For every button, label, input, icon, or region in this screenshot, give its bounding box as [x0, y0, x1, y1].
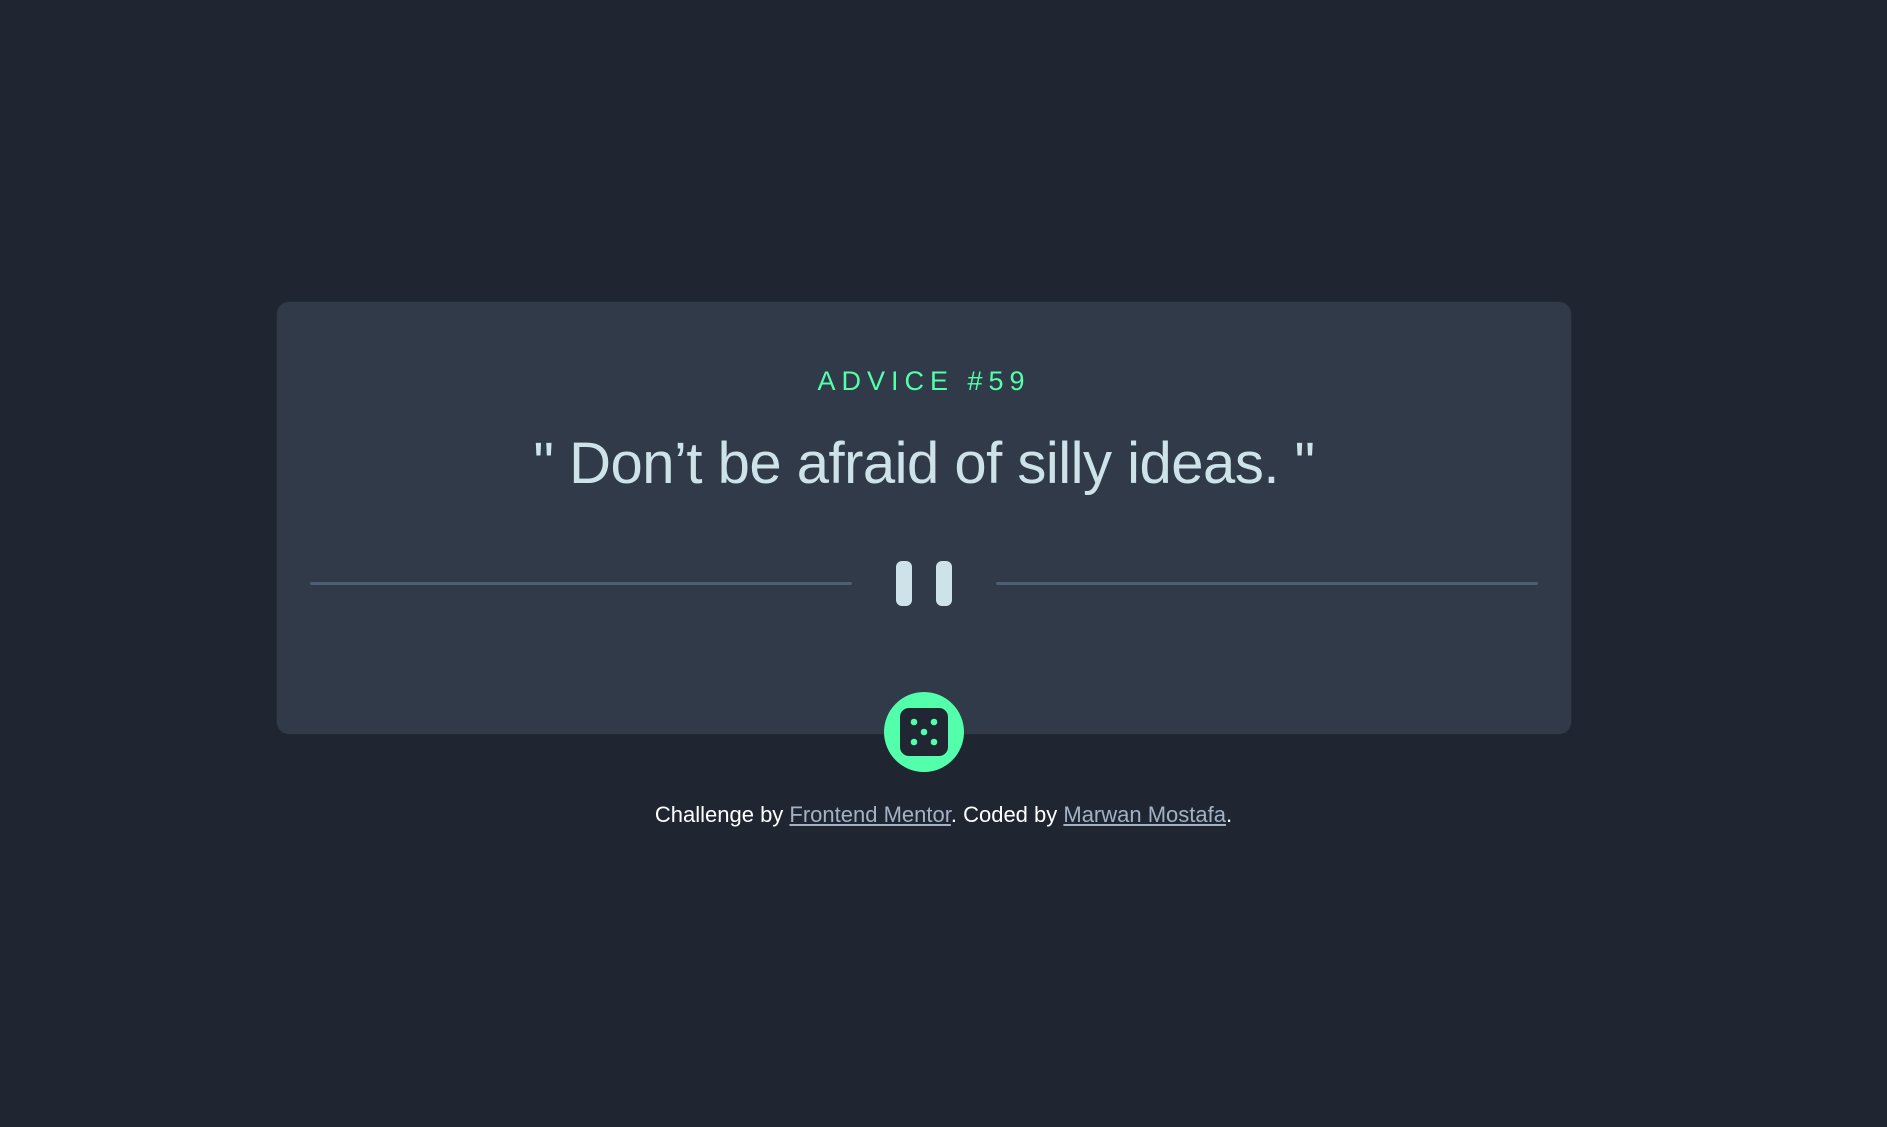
generate-advice-button[interactable] — [884, 692, 964, 772]
pause-icon — [896, 561, 952, 606]
pause-bar-left — [896, 561, 912, 606]
attribution: Challenge by Frontend Mentor. Coded by M… — [0, 802, 1887, 828]
divider-line-left — [310, 582, 852, 585]
attribution-middle: . Coded by — [950, 802, 1064, 827]
divider-line-right — [996, 582, 1538, 585]
advice-id-label: ADVICE #59 — [817, 366, 1031, 396]
pause-bar-right — [936, 561, 952, 606]
author-link[interactable]: Marwan Mostafa — [1063, 802, 1226, 827]
dice-icon — [900, 708, 948, 756]
advice-card: ADVICE #59 " Don’t be afraid of silly id… — [277, 302, 1571, 734]
frontend-mentor-link[interactable]: Frontend Mentor — [789, 802, 950, 827]
divider — [310, 561, 1538, 606]
attribution-prefix: Challenge by — [654, 802, 790, 827]
advice-quote: " Don’t be afraid of silly ideas. " — [533, 431, 1315, 496]
attribution-suffix: . — [1226, 802, 1233, 827]
